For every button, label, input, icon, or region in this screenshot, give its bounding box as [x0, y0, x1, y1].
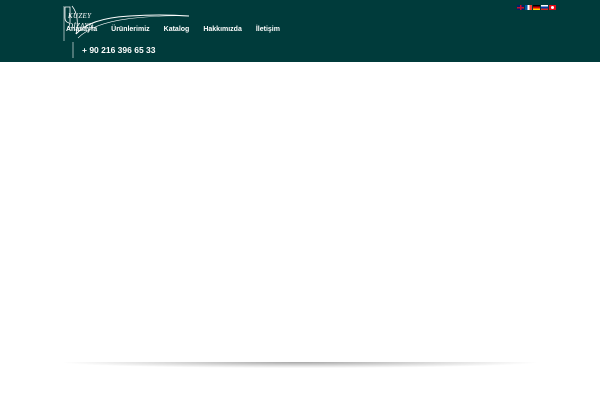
russia-flag-icon[interactable] — [541, 5, 548, 10]
main-nav: Anasayfa Ürünlerimiz Katalog Hakkımızda … — [66, 24, 280, 36]
uk-flag-icon[interactable] — [517, 5, 524, 10]
germany-flag-icon[interactable] — [533, 5, 540, 10]
france-flag-icon[interactable] — [525, 5, 532, 10]
site-header: KUZEY DİZAYN Anasayfa Ürünlerimiz Katalo… — [0, 0, 600, 62]
language-selector — [517, 5, 556, 10]
content-shadow-divider — [64, 362, 536, 368]
nav-item-hakkimizda[interactable]: Hakkımızda — [203, 24, 242, 36]
nav-item-iletisim[interactable]: İletişim — [256, 24, 280, 36]
nav-item-anasayfa[interactable]: Anasayfa — [66, 24, 97, 36]
phone-number: + 90 216 396 65 33 — [82, 45, 156, 55]
nav-item-urunlerimiz[interactable]: Ürünlerimiz — [111, 24, 150, 36]
turkey-flag-icon[interactable] — [549, 5, 556, 10]
nav-item-katalog[interactable]: Katalog — [164, 24, 190, 36]
main-content — [0, 62, 600, 362]
logo-text-line1: KUZEY — [68, 12, 92, 20]
